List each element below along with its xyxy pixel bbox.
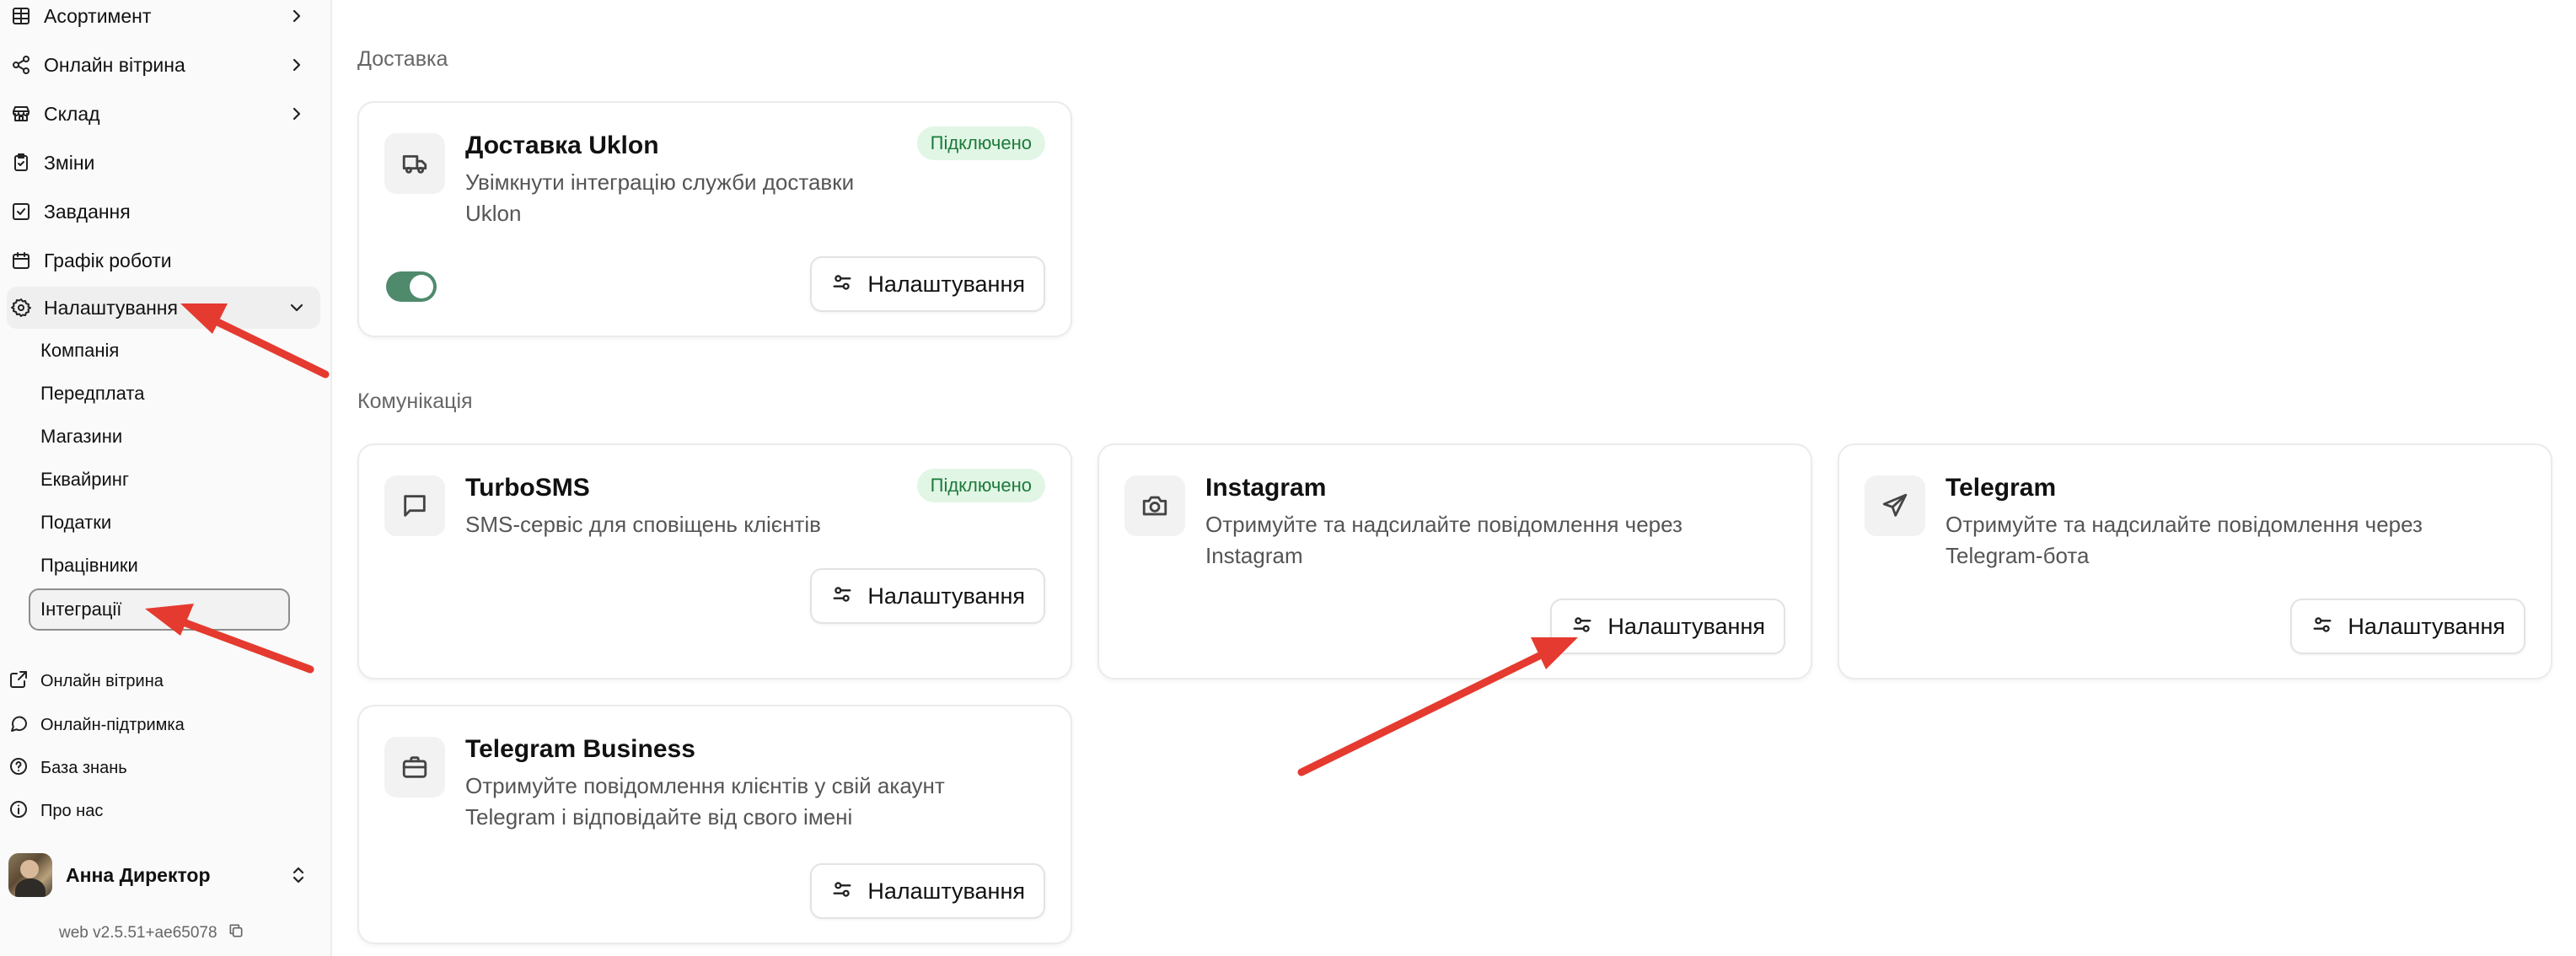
sliders-icon [830, 878, 854, 905]
sidebar-subitem-company[interactable]: Компанія [40, 340, 119, 362]
sidebar-item-label: Зміни [44, 151, 95, 174]
sidebar-subitem-taxes[interactable]: Податки [40, 512, 111, 534]
footer-link-label: База знань [40, 758, 127, 777]
card-title: Instagram [1205, 474, 1327, 502]
card-title: TurboSMS [465, 474, 590, 502]
sliders-icon [830, 583, 854, 610]
sidebar-item-label: Графік роботи [44, 249, 172, 271]
section-title-communication: Комунікація [357, 389, 473, 413]
integration-card-turbosms: TurboSMS SMS-сервіс для сповіщень клієнт… [357, 443, 1072, 679]
sidebar-item-label: Склад [44, 102, 100, 125]
truck-icon [384, 133, 445, 194]
version-text: web v2.5.51+ae65078 [59, 924, 217, 942]
card-title: Telegram Business [465, 735, 695, 763]
square-check-icon [10, 201, 32, 223]
user-name: Анна Директор [66, 863, 211, 886]
external-link-icon [8, 669, 29, 694]
sidebar-item-assortment[interactable]: Асортимент [7, 0, 320, 37]
sidebar-item-label: Онлайн вітрина [44, 53, 185, 76]
gear-icon [10, 297, 32, 319]
footer-link-label: Про нас [40, 801, 104, 820]
card-description: SMS-сервіс для сповіщень клієнтів [465, 512, 821, 537]
settings-button-label: Налаштування [2348, 613, 2505, 639]
status-badge: Підключено [916, 126, 1045, 160]
chevrons-up-down-icon [288, 865, 309, 889]
sidebar-item-shifts[interactable]: Зміни [7, 142, 320, 184]
sidebar-subitem-employees[interactable]: Працівники [40, 555, 138, 577]
sidebar-subitem-subscription[interactable]: Передплата [40, 383, 144, 405]
sidebar-item-label: Завдання [44, 200, 131, 223]
sidebar-item-online-store[interactable]: Онлайн вітрина [7, 44, 320, 86]
integration-card-instagram: Instagram Отримуйте та надсилайте повідо… [1097, 443, 1812, 679]
copy-icon[interactable] [217, 922, 244, 944]
settings-button[interactable]: Налаштування [810, 863, 1045, 919]
settings-button-label: Налаштування [1607, 613, 1765, 639]
table-icon [10, 5, 32, 27]
footer-link-label: Онлайн вітрина [40, 671, 164, 690]
calendar-icon [10, 250, 32, 271]
sidebar: Асортимент Онлайн вітрина Склад Зміни За… [0, 0, 332, 956]
sidebar-item-tasks[interactable]: Завдання [7, 191, 320, 233]
app-version: web v2.5.51+ae65078 [59, 922, 244, 944]
settings-button[interactable]: Налаштування [2290, 599, 2525, 654]
sidebar-subitem-acquiring[interactable]: Еквайринг [40, 469, 129, 491]
card-title: Доставка Uklon [465, 132, 659, 159]
integration-card-telegram: Telegram Отримуйте та надсилайте повідом… [1838, 443, 2552, 679]
message-square-icon [384, 475, 445, 536]
user-menu[interactable]: Анна Директор [8, 851, 320, 899]
settings-button-label: Налаштування [867, 583, 1025, 609]
sliders-icon [830, 271, 854, 298]
footer-link-support[interactable]: Онлайн-підтримка [8, 708, 185, 742]
section-title-delivery: Доставка [357, 47, 448, 71]
chevron-down-icon [287, 298, 307, 318]
status-badge: Підключено [916, 469, 1045, 502]
settings-button[interactable]: Налаштування [810, 256, 1045, 312]
chevron-right-icon [287, 55, 307, 75]
sidebar-item-settings[interactable]: Налаштування [7, 287, 320, 329]
send-icon [1865, 475, 1925, 536]
card-description: Отримуйте та надсилайте повідомлення чер… [1205, 512, 1682, 568]
camera-icon [1124, 475, 1185, 536]
sidebar-item-label: Налаштування [44, 296, 178, 319]
store-icon [10, 103, 32, 125]
sliders-icon [2310, 613, 2334, 641]
card-description: Отримуйте повідомлення клієнтів у свій а… [465, 773, 945, 830]
help-circle-icon [8, 756, 29, 781]
share-icon [10, 54, 32, 76]
footer-link-about[interactable]: Про нас [8, 794, 103, 828]
briefcase-icon [384, 737, 445, 798]
enable-toggle[interactable] [386, 271, 437, 302]
sidebar-item-warehouse[interactable]: Склад [7, 93, 320, 135]
settings-button[interactable]: Налаштування [1550, 599, 1785, 654]
integration-card-uklon: Доставка Uklon Увімкнути інтеграцію служ… [357, 101, 1072, 337]
chevron-right-icon [287, 104, 307, 124]
sidebar-item-label: Асортимент [44, 4, 152, 27]
chevron-right-icon [287, 6, 307, 26]
sidebar-subitem-stores[interactable]: Магазини [40, 426, 122, 448]
info-circle-icon [8, 799, 29, 824]
footer-link-label: Онлайн-підтримка [40, 715, 185, 734]
clipboard-check-icon [10, 152, 32, 174]
sidebar-item-schedule[interactable]: Графік роботи [7, 239, 320, 282]
integration-card-telegram-business: Telegram Business Отримуйте повідомлення… [357, 705, 1072, 944]
card-title: Telegram [1945, 474, 2057, 502]
card-description: Увімкнути інтеграцію служби доставки Ukl… [465, 169, 855, 226]
settings-button-label: Налаштування [867, 271, 1025, 297]
settings-button-label: Налаштування [867, 878, 1025, 904]
avatar [8, 853, 52, 897]
settings-button[interactable]: Налаштування [810, 568, 1045, 624]
chat-bubble-icon [8, 713, 29, 738]
card-description: Отримуйте та надсилайте повідомлення чер… [1945, 512, 2423, 568]
sidebar-subitem-integrations[interactable]: Інтеграції [40, 599, 121, 620]
footer-link-knowledge-base[interactable]: База знань [8, 751, 127, 785]
sliders-icon [1570, 613, 1594, 641]
footer-link-online-store[interactable]: Онлайн вітрина [8, 664, 164, 698]
